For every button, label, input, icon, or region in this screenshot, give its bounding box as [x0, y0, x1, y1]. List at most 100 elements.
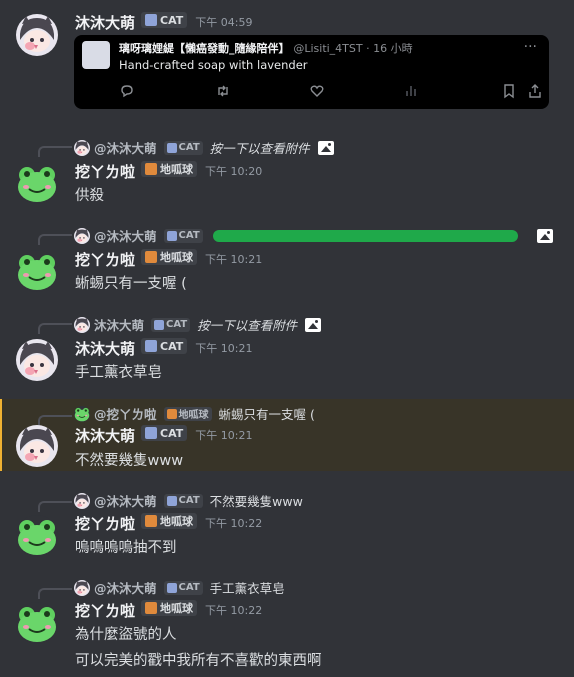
tweet-embed[interactable]: 璃呀璃娌緹【懶癌發動_隨緣陪伴】 @Lisiti_4TST · 16 小時 ··… [74, 35, 549, 109]
reply-text: 按一下以查看附件 [197, 318, 298, 333]
reply-author[interactable]: @沐沐大萌 [94, 491, 157, 510]
timestamp: 下午 10:22 [205, 517, 263, 530]
author-name[interactable]: 沐沐大萌 [75, 340, 135, 358]
reply-tag: CAT [163, 140, 203, 155]
timestamp: 下午 10:21 [205, 253, 263, 266]
role-tag: 地呱球 [141, 513, 198, 529]
author-name[interactable]: 挖ㄚㄌ啦 [75, 163, 135, 181]
tweet-actions [119, 83, 544, 101]
reply-preview[interactable]: @沐沐大萌 CAT 按一下以查看附件 [74, 138, 334, 157]
cat-tag-icon [166, 582, 177, 593]
reply-tag: CAT [163, 580, 203, 595]
message-text: 嗚嗚嗚嗚抽不到 [75, 540, 177, 556]
message: @沐沐大萌 CAT 挖ㄚㄌ啦 地呱球 下午 10:21 蜥蜴只有一支喔 ( [0, 218, 574, 298]
author-name[interactable]: 挖ㄚㄌ啦 [75, 515, 135, 533]
cat-tag-icon [145, 14, 158, 26]
image-icon [536, 228, 553, 243]
image-icon [317, 140, 334, 155]
avatar[interactable] [16, 602, 58, 644]
author-name[interactable]: 沐沐大萌 [75, 427, 135, 445]
heart-icon[interactable] [309, 83, 325, 99]
message-text: 供殺 [75, 188, 104, 204]
role-tag: 地呱球 [141, 161, 198, 177]
reply-author[interactable]: @挖ㄚㄌ啦 [94, 404, 157, 423]
bookmark-icon[interactable] [501, 83, 517, 99]
cat-avatar-icon [16, 339, 58, 381]
cat-tag-icon [154, 319, 165, 330]
author-name[interactable]: 沐沐大萌 [75, 14, 135, 32]
message: @沐沐大萌 CAT 按一下以查看附件 挖ㄚㄌ啦 地呱球 下午 10:20 供殺 [0, 130, 574, 210]
message-text: 手工薰衣草皂 [75, 365, 162, 381]
frog-avatar-icon [16, 162, 58, 204]
reply-spine [38, 588, 72, 599]
avatar[interactable] [16, 162, 58, 204]
redaction-scribble [212, 229, 518, 242]
author-name[interactable]: 挖ㄚㄌ啦 [75, 602, 135, 620]
reply-tag: CAT [151, 317, 191, 332]
reply-avatar [74, 492, 90, 509]
reply-avatar [74, 139, 90, 156]
image-icon [305, 317, 322, 332]
message: @沐沐大萌 CAT 不然要幾隻www 挖ㄚㄌ啦 地呱球 下午 10:22 嗚嗚嗚嗚抽… [0, 485, 574, 565]
reply-preview[interactable]: @挖ㄚㄌ啦 地呱球 蜥蜴只有一支喔 ( [74, 404, 315, 423]
reply-avatar [74, 405, 90, 422]
timestamp: 下午 10:21 [195, 429, 253, 442]
avatar[interactable] [16, 250, 58, 292]
reply-preview[interactable]: @沐沐大萌 CAT [74, 226, 553, 245]
reply-spine [38, 234, 72, 245]
reply-icon[interactable] [119, 83, 135, 99]
author-name[interactable]: 挖ㄚㄌ啦 [75, 251, 135, 269]
message-text: 可以完美的戳中我所有不喜歡的東西啊 [75, 653, 322, 669]
reply-avatar [74, 316, 90, 333]
role-tag: 地呱球 [141, 249, 198, 265]
reply-text: 蜥蜴只有一支喔 ( [218, 407, 315, 422]
cat-tag-icon [166, 230, 177, 241]
cat-tag-icon [145, 427, 158, 439]
frog-tag-icon [145, 251, 158, 263]
frog-tag-icon [145, 602, 158, 614]
reply-spine [38, 146, 72, 157]
reply-preview[interactable]: 沐沐大萌 CAT 按一下以查看附件 [74, 315, 322, 334]
frog-avatar-icon [16, 250, 58, 292]
frog-avatar-icon [74, 405, 90, 422]
avatar[interactable] [16, 515, 58, 557]
more-icon[interactable]: ··· [524, 39, 537, 55]
frog-tag-icon [145, 515, 158, 527]
message: 沐沐大萌 CAT 按一下以查看附件 沐沐大萌 CAT 下午 10:21 手工薰衣草皂 [0, 307, 574, 392]
reply-preview[interactable]: @沐沐大萌 CAT 手工薰衣草皂 [74, 578, 285, 597]
message-text: 蜥蜴只有一支喔 ( [75, 276, 187, 292]
avatar[interactable] [16, 14, 58, 56]
avatar[interactable] [16, 425, 58, 467]
tweet-title: 璃呀璃娌緹【懶癌發動_隨緣陪伴】 [119, 42, 290, 55]
reply-author[interactable]: @沐沐大萌 [94, 226, 157, 245]
reply-author[interactable]: @沐沐大萌 [94, 138, 157, 157]
reply-preview[interactable]: @沐沐大萌 CAT 不然要幾隻www [74, 491, 303, 510]
message: @沐沐大萌 CAT 手工薰衣草皂 挖ㄚㄌ啦 地呱球 下午 10:22 為什麼盜號的人… [0, 572, 574, 677]
frog-tag-icon [166, 408, 177, 419]
frog-avatar-icon [16, 602, 58, 644]
cat-avatar-icon [16, 14, 58, 56]
frog-avatar-icon [16, 515, 58, 557]
reply-text: 按一下以查看附件 [209, 141, 310, 156]
cat-avatar-icon [74, 139, 90, 156]
share-icon[interactable] [527, 83, 543, 99]
reply-avatar [74, 579, 90, 596]
avatar[interactable] [16, 339, 58, 381]
reply-author[interactable]: 沐沐大萌 [94, 315, 144, 334]
tweet-handle: @Lisiti_4TST · 16 小時 [293, 42, 413, 55]
message-text: 為什麼盜號的人 [75, 627, 177, 643]
reply-spine [38, 501, 72, 512]
role-tag: 地呱球 [141, 600, 198, 616]
timestamp: 下午 10:20 [205, 165, 263, 178]
retweet-icon[interactable] [215, 83, 231, 99]
cat-avatar-icon [74, 316, 90, 333]
views-icon[interactable] [403, 83, 419, 99]
timestamp: 下午 10:21 [195, 342, 253, 355]
reply-text: 手工薰衣草皂 [209, 581, 285, 596]
reply-author[interactable]: @沐沐大萌 [94, 578, 157, 597]
reply-spine [38, 323, 72, 334]
reply-text: 不然要幾隻www [209, 494, 303, 509]
reply-tag: CAT [163, 228, 203, 243]
tweet-body: Hand-crafted soap with lavender [119, 58, 308, 72]
cat-tag-icon [145, 340, 158, 352]
